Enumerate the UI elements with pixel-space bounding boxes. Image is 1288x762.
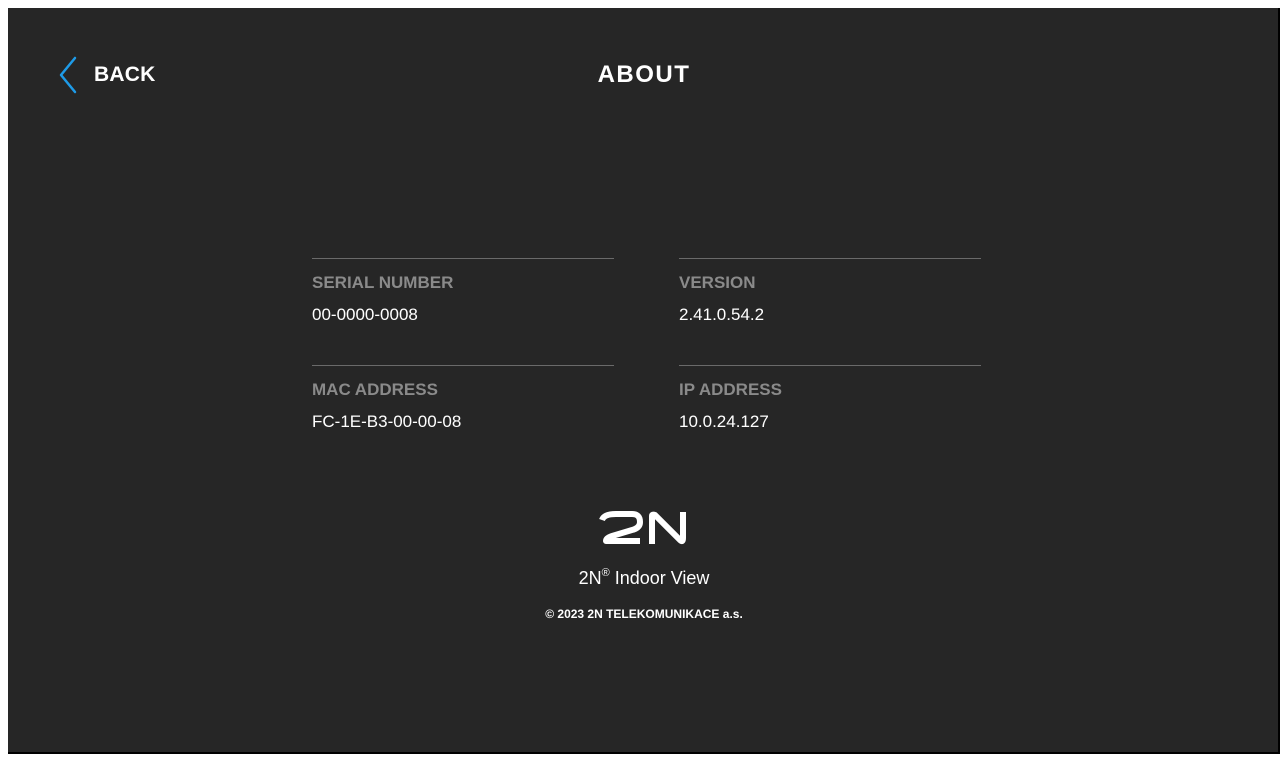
mac-address-field: MAC ADDRESS FC-1E-B3-00-00-08 (312, 365, 614, 431)
ip-address-value: 10.0.24.127 (679, 412, 769, 431)
version-value: 2.41.0.54.2 (679, 305, 765, 324)
version-label: VERSION (679, 273, 756, 292)
copyright-text: © 2023 2N TELEKOMUNIKACE a.s. (545, 607, 743, 621)
mac-address-value: FC-1E-B3-00-00-08 (312, 412, 462, 431)
serial-number-value: 00-0000-0008 (312, 305, 418, 324)
2n-logo (8, 510, 1280, 551)
mac-address-label: MAC ADDRESS (312, 380, 438, 399)
product-name: 2N® Indoor View (578, 567, 710, 588)
ip-address-field: IP ADDRESS 10.0.24.127 (679, 365, 981, 431)
version-field: VERSION 2.41.0.54.2 (679, 258, 981, 324)
serial-number-label: SERIAL NUMBER (312, 273, 454, 292)
page-title: ABOUT (597, 61, 691, 88)
about-screen: BACK ABOUT SERIAL NUMBER 00-0000-0008 VE… (8, 8, 1280, 754)
serial-number-field: SERIAL NUMBER 00-0000-0008 (312, 258, 614, 324)
ip-address-label: IP ADDRESS (679, 380, 782, 399)
